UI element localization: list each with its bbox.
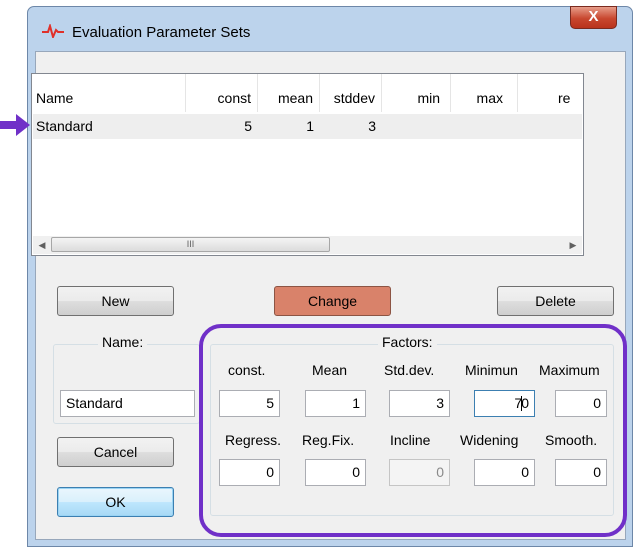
column-header-extra[interactable]: re xyxy=(518,74,583,112)
selection-arrow-icon xyxy=(0,114,30,136)
pulse-icon xyxy=(42,24,64,38)
new-button[interactable]: New xyxy=(57,286,174,316)
cancel-button[interactable]: Cancel xyxy=(57,437,174,467)
column-header-name[interactable]: Name xyxy=(32,74,186,112)
cell-mean: 1 xyxy=(306,118,314,134)
delete-button[interactable]: Delete xyxy=(497,286,614,316)
parameter-sets-list[interactable]: Name const mean stddev min max re Standa… xyxy=(31,73,584,256)
cell-const: 5 xyxy=(244,118,252,134)
change-button[interactable]: Change xyxy=(274,286,391,316)
ok-button[interactable]: OK xyxy=(57,487,174,517)
column-header-stddev[interactable]: stddev xyxy=(320,74,382,112)
factors-highlight-outline xyxy=(199,324,627,537)
scroll-right-icon[interactable]: ▶ xyxy=(564,236,582,254)
title-bar[interactable]: Evaluation Parameter Sets X xyxy=(28,6,632,51)
window-title: Evaluation Parameter Sets xyxy=(72,24,251,41)
horizontal-scrollbar[interactable]: ◀ III ▶ xyxy=(33,236,582,254)
cell-stddev: 3 xyxy=(368,118,376,134)
cell-max xyxy=(451,114,518,139)
column-header-min[interactable]: min xyxy=(382,74,451,112)
scroll-left-icon[interactable]: ◀ xyxy=(33,236,51,254)
column-header-mean[interactable]: mean xyxy=(258,74,320,112)
close-button[interactable]: X xyxy=(570,6,617,29)
cell-min xyxy=(382,114,451,139)
scrollbar-thumb[interactable]: III xyxy=(51,237,330,252)
name-field[interactable]: Standard xyxy=(60,390,195,417)
column-header-const[interactable]: const xyxy=(186,74,258,112)
table-row[interactable]: Standard 5 1 3 xyxy=(33,114,582,139)
name-group-label: Name: xyxy=(98,334,148,350)
cell-name: Standard xyxy=(36,118,93,134)
column-header-max[interactable]: max xyxy=(451,74,518,112)
list-header: Name const mean stddev min max re xyxy=(32,74,583,112)
